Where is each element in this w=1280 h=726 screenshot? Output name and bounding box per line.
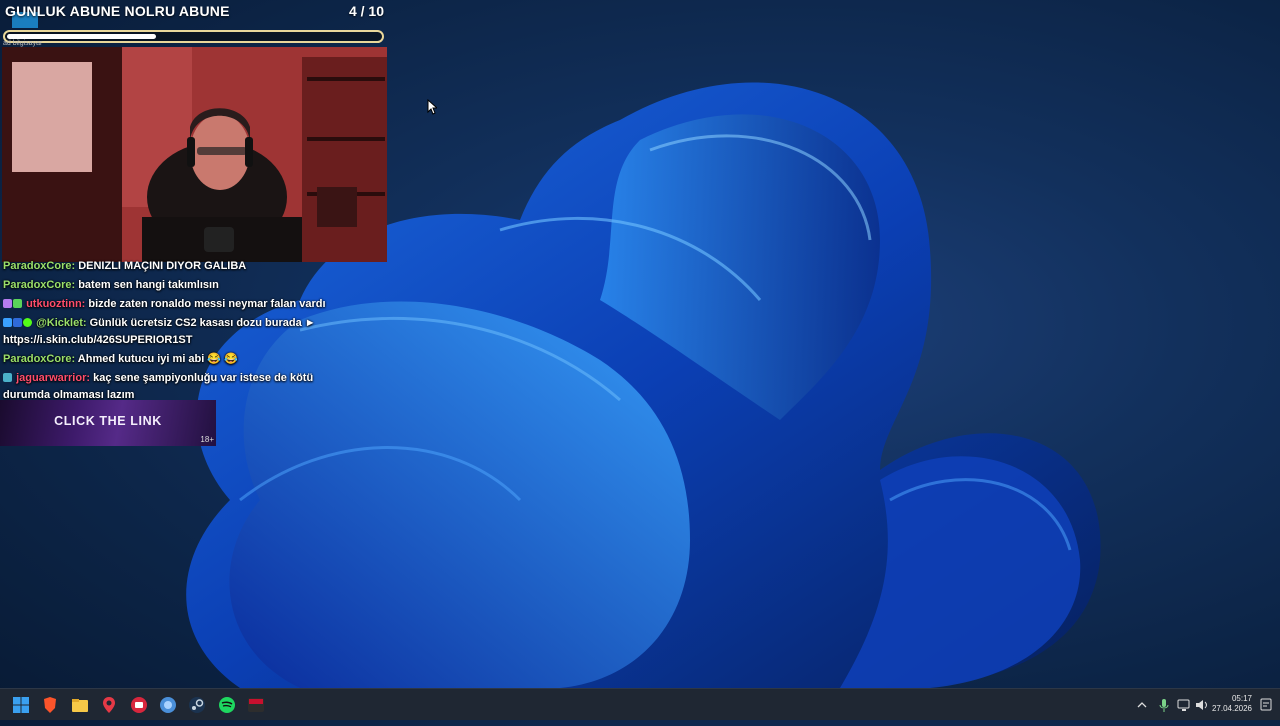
chat-username: ParadoxCore: [3,353,76,365]
red-app-icon[interactable] [129,695,149,715]
chat-message: @Kicklet: Günlük ücretsiz CS2 kasası doz… [3,315,333,349]
brave-icon[interactable] [40,695,60,715]
chat-username: ParadoxCore: [3,279,76,291]
verified-badge-icon [13,318,22,327]
browser-icon[interactable] [158,695,178,715]
chat-message: ParadoxCore: batem sen hangi takımlısın [3,277,333,294]
chat-message: utkuoztinn: bizde zaten ronaldo messi ne… [3,296,333,313]
chat-overlay: ParadoxCore: DENIZLI MAÇINI DIYOR GALIBA… [3,258,333,406]
chat-username: ParadoxCore: [3,260,76,272]
microphone-icon[interactable] [1156,689,1172,721]
volume-icon[interactable] [1194,689,1210,721]
start-icon[interactable] [11,695,31,715]
subscriber-badge-icon [3,373,12,382]
sub-goal-widget: GUNLUK ABUNE NOLRU ABUNE 4 / 10 ad bilgi… [0,0,390,48]
chat-username: utkuoztinn: [26,298,86,310]
chat-message: jaguarwarrior: kaç sene şampiyonluğu var… [3,370,333,404]
webcam-image [2,47,387,262]
notifications-icon[interactable] [1258,689,1274,721]
steam-icon[interactable] [187,695,207,715]
chat-username: @Kicklet: [36,317,87,329]
maps-pin-icon[interactable] [99,695,119,715]
kick-badge-icon [23,318,32,327]
gift-badge-icon [13,299,22,308]
chat-message: ParadoxCore: DENIZLI MAÇINI DIYOR GALIBA [3,258,333,275]
network-icon[interactable] [1176,689,1192,721]
tv-app-icon[interactable] [246,695,266,715]
goal-progress-bar [3,30,384,43]
chat-text: Ahmed kutucu iyi mi abi 😂 😂 [77,353,238,365]
age-rating-label: 18+ [200,435,214,444]
chat-text: DENIZLI MAÇINI DIYOR GALIBA [78,260,247,272]
chat-message: ParadoxCore: Ahmed kutucu iyi mi abi 😂 😂 [3,351,333,368]
chat-text: bizde zaten ronaldo messi neymar falan v… [88,298,326,310]
chat-link[interactable]: https://i.skin.club/426SUPERIOR1ST [3,334,193,346]
spotify-icon[interactable] [217,695,237,715]
banner-label: CLICK THE LINK [54,414,162,428]
goal-title: GUNLUK ABUNE NOLRU ABUNE [5,3,230,19]
chat-username: jaguarwarrior: [16,372,91,384]
chat-text: Günlük ücretsiz CS2 kasası dozu burada ► [89,317,316,329]
taskbar-clock[interactable]: 05:17 27.04.2026 [1212,694,1252,714]
webcam-feed [2,47,387,262]
mouse-cursor-icon [427,99,437,115]
click-the-link-banner[interactable]: CLICK THE LINK 18+ [0,400,216,446]
chat-text: batem sen hangi takımlısın [78,279,219,291]
clock-time: 05:17 [1231,694,1252,703]
show-hidden-icons-chevron-icon[interactable] [1134,689,1150,721]
goal-subtitle: ad bilgisayar [3,40,43,47]
chat-text: kaç sene şampiyonluğu var istese de kötü [93,372,314,384]
taskbar: 05:17 27.04.2026 [0,688,1280,720]
subscriber-badge-icon [3,299,12,308]
file-explorer-icon[interactable] [70,695,90,715]
goal-count: 4 / 10 [348,3,384,19]
goal-progress-fill [7,34,157,39]
bot-badge-icon [3,318,12,327]
clock-date: 27.04.2026 [1211,704,1252,713]
